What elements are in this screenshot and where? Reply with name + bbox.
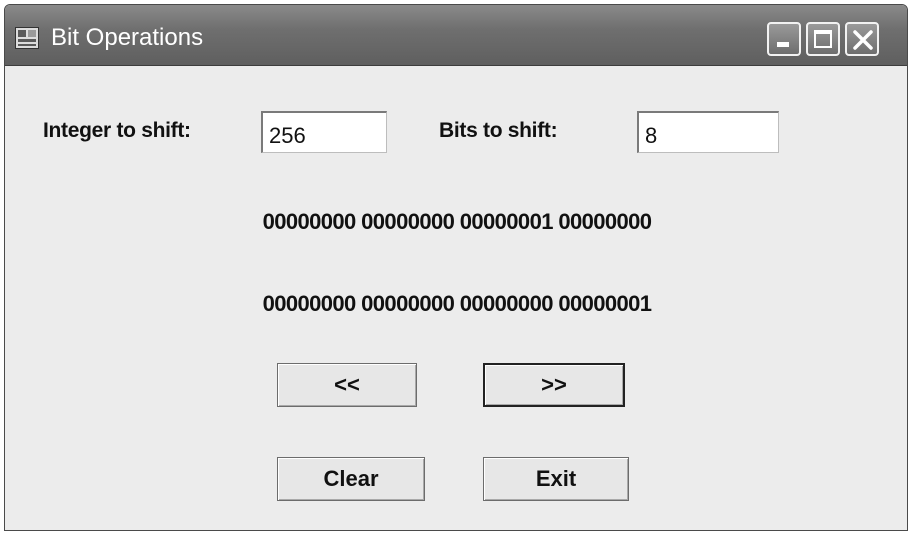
maximize-button[interactable] <box>806 22 840 56</box>
shifted-bits-display: 00000000 00000000 00000000 00000001 <box>262 291 652 316</box>
title-bar[interactable]: Bit Operations <box>5 5 907 66</box>
bits-input[interactable]: 8 <box>637 111 779 153</box>
integer-label: Integer to shift: <box>43 119 191 142</box>
close-button[interactable] <box>845 22 879 56</box>
bits-label: Bits to shift: <box>439 119 558 142</box>
window-title: Bit Operations <box>51 24 204 51</box>
minimize-button[interactable] <box>767 22 801 56</box>
close-icon <box>853 30 873 50</box>
integer-input[interactable]: 256 <box>261 111 387 153</box>
minimize-icon <box>777 42 789 47</box>
shift-left-button[interactable]: << <box>277 363 417 407</box>
clear-button[interactable]: Clear <box>277 457 425 501</box>
app-window: Bit Operations Integer to shift: 256 Bit… <box>4 4 908 531</box>
original-bits-display: 00000000 00000000 00000001 00000000 <box>262 209 652 234</box>
exit-button[interactable]: Exit <box>483 457 629 501</box>
shift-right-button[interactable]: >> <box>483 363 625 407</box>
maximize-icon <box>814 30 832 48</box>
app-window-icon[interactable] <box>15 27 39 49</box>
